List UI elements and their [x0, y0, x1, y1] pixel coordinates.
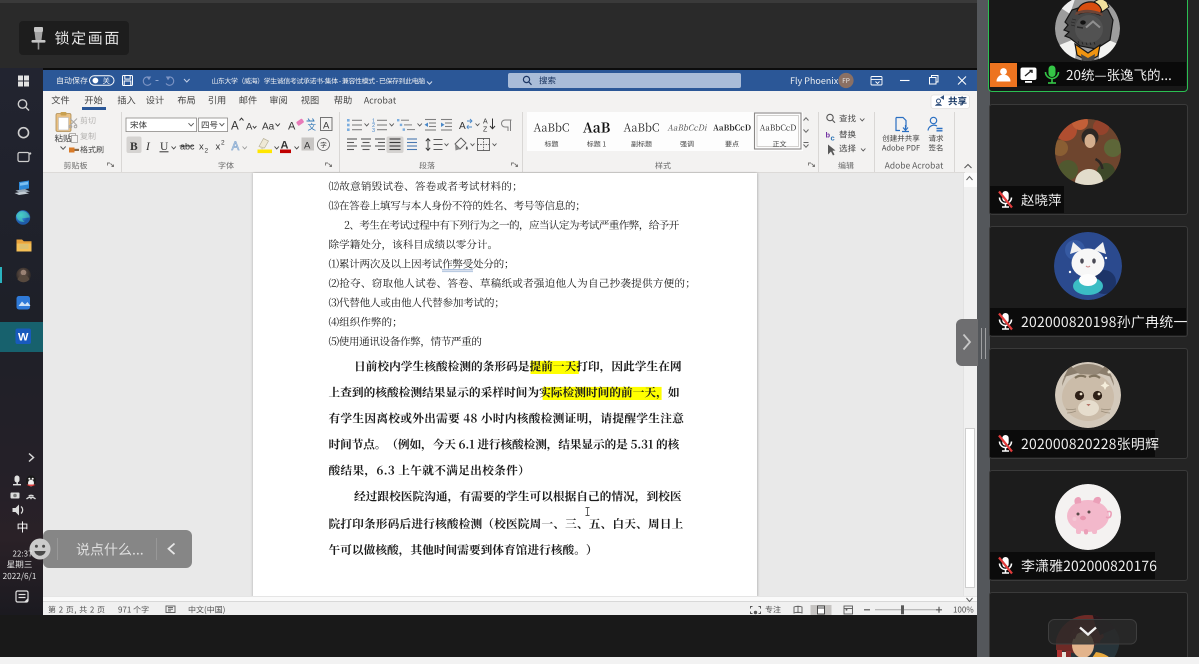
- svg-text:A: A: [231, 121, 239, 133]
- svg-text:A: A: [288, 121, 296, 133]
- svg-text:W: W: [18, 332, 29, 344]
- svg-text:Aa: Aa: [262, 122, 275, 133]
- svg-text:U: U: [160, 141, 169, 153]
- svg-text:2: 2: [205, 148, 209, 155]
- svg-text:3: 3: [372, 128, 375, 134]
- svg-text:A: A: [323, 121, 330, 132]
- svg-text:x: x: [199, 142, 204, 153]
- svg-text:A: A: [304, 141, 311, 152]
- svg-text:A: A: [459, 121, 466, 132]
- svg-text:A: A: [483, 119, 488, 126]
- svg-text:A: A: [246, 122, 253, 133]
- svg-text:abc: abc: [180, 142, 195, 152]
- svg-text:2: 2: [221, 140, 225, 147]
- svg-text:x: x: [216, 142, 221, 153]
- svg-text:Z: Z: [483, 127, 488, 134]
- svg-text:I: I: [145, 141, 151, 153]
- svg-text:A: A: [232, 141, 240, 153]
- svg-text:c: c: [831, 134, 835, 143]
- svg-text:B: B: [130, 141, 138, 153]
